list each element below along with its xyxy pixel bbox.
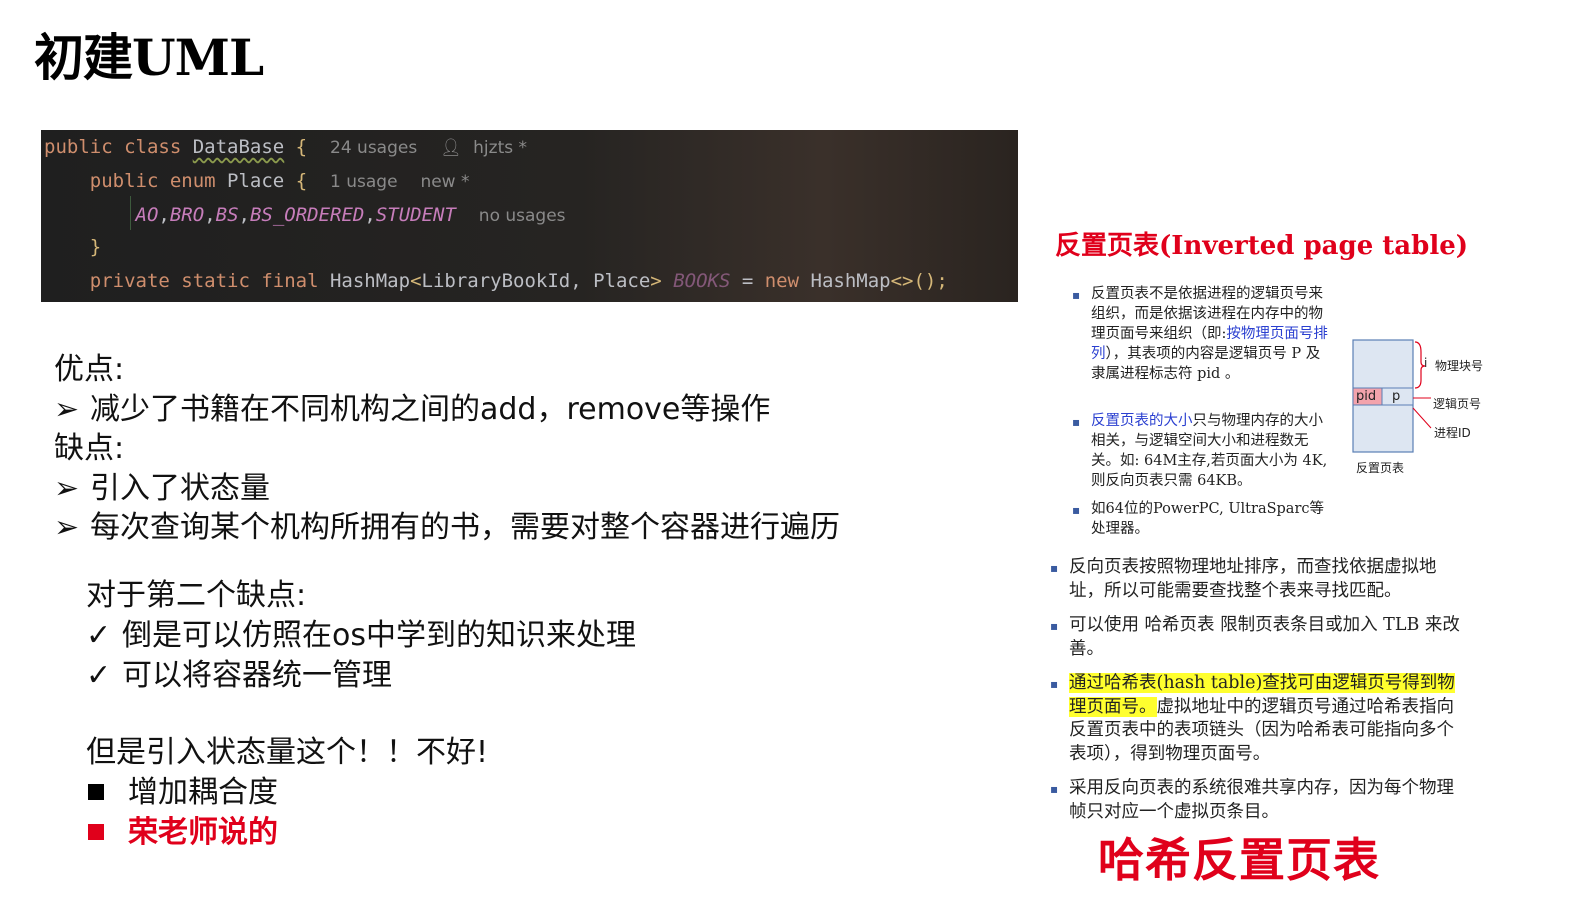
check-icon: ✓: [86, 658, 112, 693]
bullet-icon: ▪: [1072, 503, 1081, 517]
bullet-1: ▪ 反向页表按照物理地址排序，而查找依据虚拟地址，所以可能需要查找整个表来寻找匹…: [1050, 556, 1465, 603]
code-comma: ,: [238, 204, 250, 226]
user-icon: 👤︎: [440, 138, 462, 158]
reason-item: 荣老师说的: [86, 807, 278, 851]
but-label: 但是引入状态量这个！！不好!: [86, 735, 489, 770]
enum-constant: BS_ORDERED: [249, 204, 365, 226]
solution-text: 倒是可以仿照在os中学到的知识来处理: [122, 618, 636, 653]
point-text: 如64位的PowerPC, UltraSparc等处理器。: [1091, 501, 1324, 537]
bullet-2: ▪ 可以使用 哈希页表 限制页表条目或加入 TLB 来改善。: [1050, 614, 1465, 661]
solution-text: 可以将容器统一管理: [122, 658, 392, 693]
diagram-logical-page-label: 逻辑页号: [1433, 397, 1482, 411]
code-line-2: public enum Place { 1 usage new *: [44, 170, 470, 192]
code-brace: {: [284, 170, 308, 192]
hash-inverted-table-label: 哈希反置页表: [1098, 833, 1380, 887]
inverted-table-title: 反置页表(Inverted page table): [1055, 231, 1469, 261]
cons-item: ➢ 每次查询某个机构所拥有的书，需要对整个容器进行遍历: [54, 502, 840, 546]
diagram-phys-block-label: 物理块号: [1435, 359, 1484, 373]
author-hint: hjzts *: [473, 138, 528, 158]
bullet-icon: ▪: [1050, 782, 1059, 796]
code-keyword: public class: [44, 136, 193, 158]
pros-text: 减少了书籍在不同机构之间的add，remove等操作: [90, 392, 771, 427]
code-keyword: public enum: [89, 170, 228, 192]
check-icon: ✓: [86, 618, 112, 653]
usage-hint: 24 usages: [330, 138, 418, 158]
bullet-icon: ▪: [1072, 288, 1081, 302]
arrow-bullet-icon: ➢: [54, 510, 80, 545]
code-tail: <>();: [890, 270, 948, 292]
point-emphasis: 反置页表的大小: [1091, 413, 1193, 429]
bullet-icon: ▪: [1050, 619, 1059, 633]
code-angle: <: [410, 270, 422, 292]
bullet-text: 可以使用 哈希页表 限制页表条目或加入 TLB 来改善。: [1069, 615, 1460, 659]
code-line-5: private static final HashMap<LibraryBook…: [44, 270, 948, 292]
diagram-p-label: p: [1392, 389, 1401, 404]
solution-item: ✓ 可以将容器统一管理: [86, 650, 392, 694]
enum-constant: BS: [215, 204, 239, 226]
code-line-1: public class DataBase { 24 usages 👤︎ hjz…: [44, 136, 527, 158]
diagram-process-id-label: 进程ID: [1434, 426, 1471, 440]
pros-label: 优点:: [54, 352, 125, 387]
bullet-icon: ▪: [1072, 415, 1081, 429]
point-3: ▪ 如64位的PowerPC, UltraSparc等处理器。: [1072, 499, 1331, 539]
square-bullet-icon: [88, 823, 104, 840]
code-type: HashMap: [810, 270, 891, 292]
cons-item: ➢ 引入了状态量: [54, 463, 270, 507]
pros-item: ➢ 减少了书籍在不同机构之间的add，remove等操作: [54, 384, 770, 428]
code-generic: LibraryBookId, Place: [421, 270, 651, 292]
code-line-3: AO,BRO,BS,BS_ORDERED,STUDENT no usages: [44, 204, 566, 226]
point-1: ▪ 反置页表不是依据进程的逻辑页号来组织，而是依据该进程在内存中的物理页面号来组…: [1072, 284, 1331, 384]
bullet-icon: ▪: [1050, 561, 1059, 575]
enum-constant: STUDENT: [375, 204, 456, 226]
code-field: BOOKS: [673, 270, 731, 292]
point-text: ），其表项的内容是逻辑页号 P 及隶属进程标志符 pid 。: [1091, 346, 1321, 382]
enum-constant: BRO: [169, 204, 205, 226]
bullet-3: ▪ 通过哈希表(hash table)查找可由逻辑页号得到物理页面号。虚拟地址中…: [1050, 672, 1465, 766]
bullet-text: 反向页表按照物理地址排序，而查找依据虚拟地址，所以可能需要查找整个表来寻找匹配。: [1069, 557, 1437, 601]
cons-text: 引入了状态量: [90, 471, 270, 506]
code-brace: {: [284, 136, 308, 158]
reason-text: 荣老师说的: [128, 815, 278, 850]
code-brace: }: [89, 236, 102, 258]
diagram-caption: 反置页表: [1356, 461, 1405, 475]
cons-text: 每次查询某个机构所拥有的书，需要对整个容器进行遍历: [90, 510, 840, 545]
second-label: 对于第二个缺点:: [86, 578, 307, 613]
code-assign: =: [730, 270, 765, 292]
diagram-pid-label: pid: [1356, 389, 1377, 404]
arrow-bullet-icon: ➢: [54, 471, 80, 506]
usage-hint: 1 usage: [330, 172, 398, 192]
code-keyword: private static final: [89, 270, 330, 292]
slide-title: 初建UML: [34, 28, 264, 87]
code-comma: ,: [364, 204, 376, 226]
usage-hint: no usages: [478, 206, 566, 226]
diagram-i-label: i: [1424, 356, 1428, 370]
solution-item: ✓ 倒是可以仿照在os中学到的知识来处理: [86, 610, 636, 654]
enum-constant: AO: [135, 204, 159, 226]
bullet-4: ▪ 采用反向页表的系统很难共享内存，因为每个物理帧只对应一个虚拟页条目。: [1050, 777, 1465, 824]
square-bullet-icon: [88, 783, 104, 800]
code-comma: ,: [158, 204, 170, 226]
arrow-bullet-icon: ➢: [54, 392, 80, 427]
point-2: ▪ 反置页表的大小只与物理内存的大小相关，与逻辑空间大小和进程数无关。如: 64…: [1072, 411, 1331, 491]
code-screenshot: public class DataBase { 24 usages 👤︎ hjz…: [41, 130, 1018, 302]
code-keyword: new: [764, 270, 811, 292]
code-class-name: DataBase: [192, 136, 285, 158]
bullet-text: 采用反向页表的系统很难共享内存，因为每个物理帧只对应一个虚拟页条目。: [1069, 778, 1454, 822]
bullet-icon: ▪: [1050, 677, 1059, 691]
cons-label: 缺点:: [54, 431, 125, 466]
code-type: HashMap: [329, 270, 411, 292]
code-enum-name: Place: [227, 170, 285, 192]
reason-item: 增加耦合度: [86, 767, 278, 811]
reason-text: 增加耦合度: [128, 775, 278, 810]
author-hint: new *: [420, 172, 470, 192]
code-angle: >: [650, 270, 662, 292]
code-line-4: }: [44, 236, 101, 258]
code-comma: ,: [204, 204, 216, 226]
